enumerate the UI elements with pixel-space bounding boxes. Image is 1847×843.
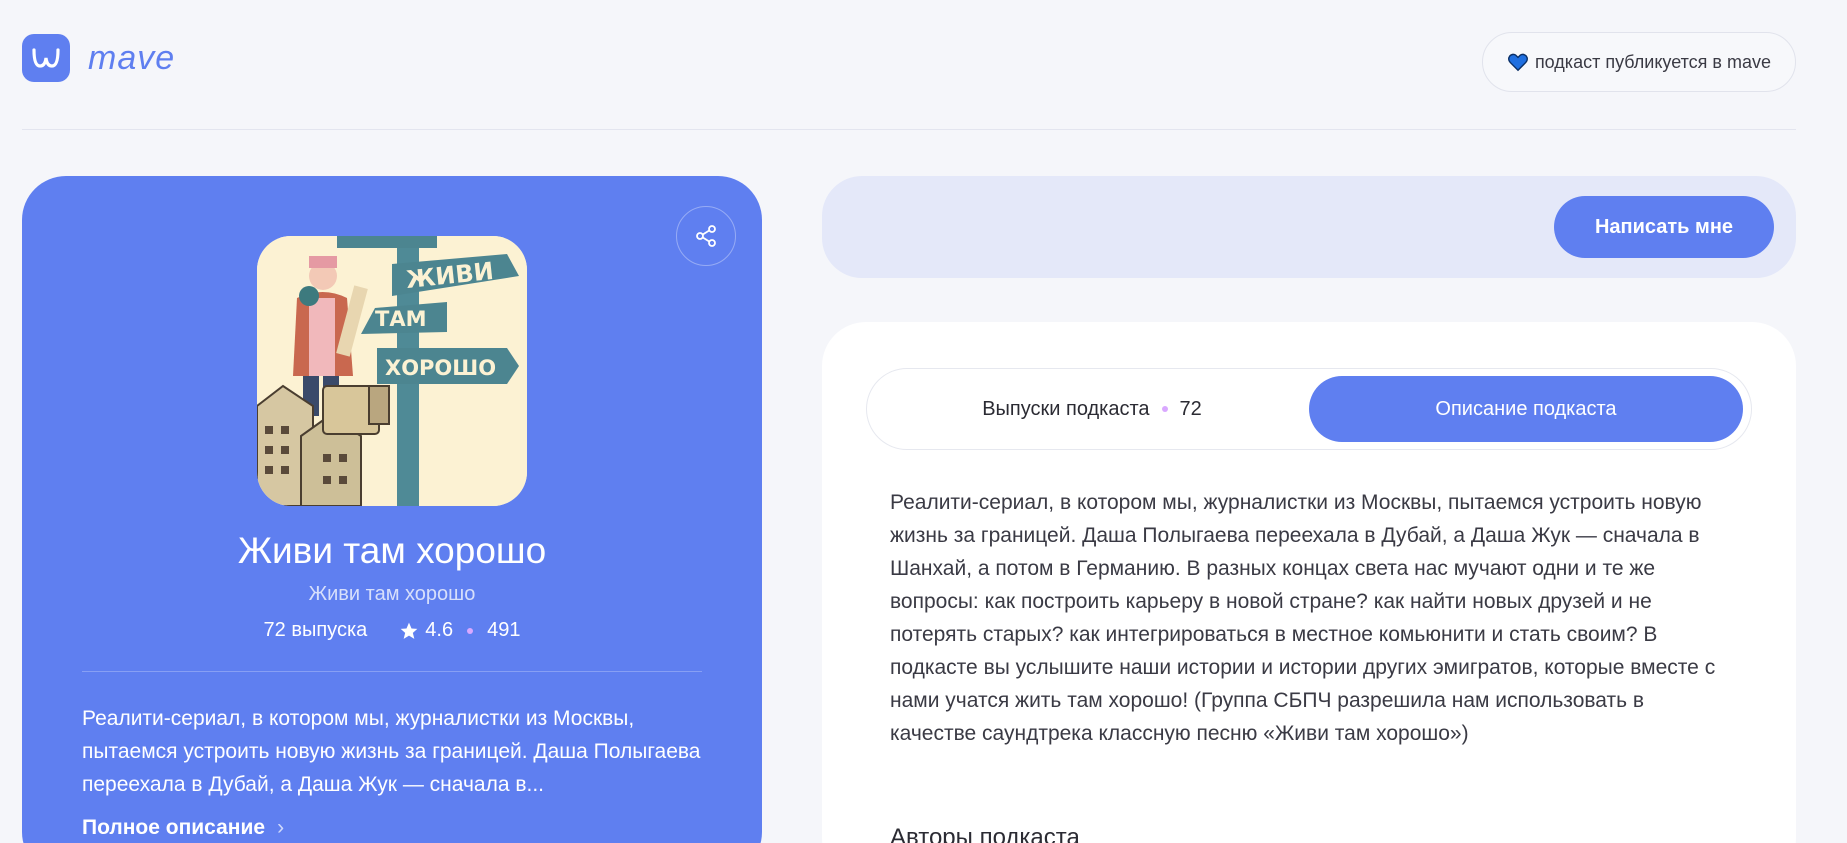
badge-label: подкаст публикуется в mave [1534,51,1771,72]
heart-icon [1507,53,1528,72]
podcast-stats: 72 выпуска 4.6 491 [22,619,762,642]
chevron-right-icon: › [277,816,285,839]
tab-episodes-count: 72 [1179,397,1202,420]
full-description-link[interactable]: Полное описание › [82,816,284,840]
published-in-mave-badge[interactable]: подкаст публикуется в mave [1481,32,1796,92]
site-header: mave подкаст публикуется в mave [22,0,1796,130]
content-card: Выпуски подкаста 72 Описание подкаста Ре… [822,322,1796,843]
podcast-title: Живи там хорошо [237,530,547,571]
podcast-author: Живи там хорошо [308,583,476,605]
share-icon [696,225,716,247]
star-icon [400,622,418,639]
tab-description-label: Описание подкаста [1435,397,1617,420]
podcast-cover: ЖИВИ ТАМ ХОРОШО [257,236,527,506]
divider [82,671,702,672]
contact-box: Написать мне [822,176,1796,278]
share-button[interactable] [676,206,736,266]
episodes-count: 72 выпуска [263,619,368,641]
podcast-card: ЖИВИ ТАМ ХОРОШО Живи там хорошо Живи там… [22,176,762,843]
cover-word-2: ТАМ [375,307,426,331]
tab-description[interactable]: Описание подкаста [1309,376,1743,442]
write-me-button[interactable]: Написать мне [1554,196,1774,258]
cover-word-3: ХОРОШО [385,356,496,380]
logo-text: mave [88,38,176,77]
rating-value: 4.6 [425,619,454,641]
full-description-label: Полное описание [82,816,266,839]
authors-section-title: Авторы подкаста [890,824,1080,843]
logo[interactable]: mave [22,34,175,82]
logo-icon [22,34,70,82]
separator-dot [467,627,474,634]
tab-episodes-label: Выпуски подкаста [982,397,1150,420]
ratings-count: 491 [487,619,521,641]
podcast-description: Реалити-сериал, в котором мы, журналистк… [890,491,1716,745]
separator-dot [1161,406,1168,412]
tabs: Выпуски подкаста 72 Описание подкаста [866,368,1752,450]
tab-episodes[interactable]: Выпуски подкаста 72 [875,376,1309,442]
short-description: Реалити-сериал, в котором мы, журналистк… [82,707,701,796]
